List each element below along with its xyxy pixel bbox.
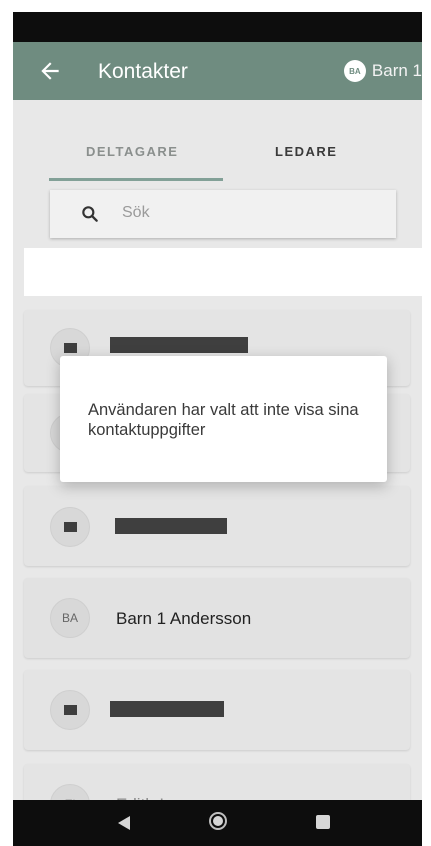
- redacted-avatar-initials: [63, 522, 77, 532]
- contact-card[interactable]: [24, 670, 410, 750]
- nav-home-icon[interactable]: [209, 812, 227, 830]
- redacted-contact-name: [110, 337, 248, 353]
- search-input[interactable]: Sök: [50, 190, 396, 238]
- active-tab-indicator: [49, 178, 223, 181]
- contact-name: Barn 1 Andersson: [116, 609, 252, 628]
- tab-deltagare[interactable]: DELTAGARE: [86, 144, 178, 159]
- system-nav-bar: [13, 800, 422, 846]
- app-bar: Kontakter BA Barn 1: [13, 42, 422, 100]
- profile-avatar: BA: [343, 60, 366, 82]
- redacted-avatar-initials: [63, 343, 77, 353]
- search-placeholder: Sök: [122, 204, 150, 221]
- redacted-avatar-initials: [63, 705, 77, 715]
- nav-back-icon[interactable]: [116, 815, 132, 831]
- tab-ledare[interactable]: LEDARE: [275, 144, 337, 159]
- redacted-contact-name: [115, 518, 227, 534]
- contact-card[interactable]: [24, 486, 410, 566]
- blank-banner: [24, 248, 422, 296]
- profile-switcher[interactable]: BA Barn 1: [343, 58, 422, 84]
- page-title: Kontakter: [98, 60, 188, 83]
- contact-avatar: [50, 507, 90, 547]
- search-icon: [82, 206, 98, 222]
- status-bar: [13, 12, 422, 42]
- contact-avatar: [50, 690, 90, 730]
- profile-name: Barn 1: [371, 61, 422, 80]
- contact-avatar: BA: [50, 598, 90, 638]
- back-arrow-icon[interactable]: [37, 58, 63, 84]
- redacted-contact-name: [110, 701, 224, 717]
- info-dialog: Användaren har valt att inte visa sina k…: [60, 356, 387, 482]
- nav-home-dot: [213, 816, 223, 826]
- dialog-message: Användaren har valt att inte visa sina k…: [88, 401, 359, 439]
- nav-recents-icon[interactable]: [316, 815, 330, 829]
- contact-card[interactable]: BA Barn 1 Andersson: [24, 578, 410, 658]
- phone-screen: Kontakter BA Barn 1 DELTAGARE LEDARE Sök: [13, 12, 422, 846]
